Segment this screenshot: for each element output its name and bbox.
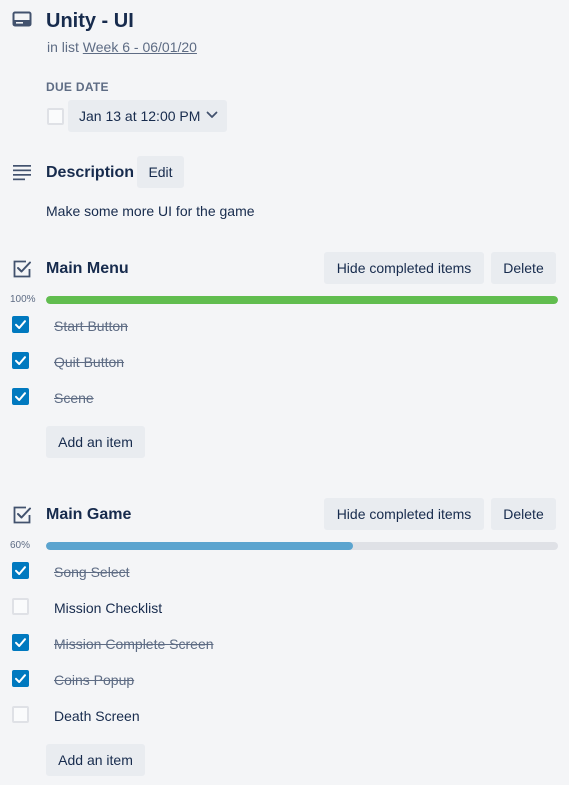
- add-item-button[interactable]: Add an item: [46, 426, 145, 458]
- checklist-title[interactable]: Main Game: [46, 505, 131, 525]
- progress-bar: [46, 296, 558, 304]
- description-title: Description: [46, 164, 135, 181]
- item-checkbox[interactable]: [12, 598, 29, 615]
- progress-percent: 100%: [10, 294, 36, 305]
- item-checkbox[interactable]: [12, 388, 29, 405]
- card-title: Unity - UI: [46, 10, 134, 32]
- list-link[interactable]: Week 6 - 06/01/20: [83, 39, 197, 55]
- item-checkbox[interactable]: [12, 706, 29, 723]
- checklist-icon: [13, 506, 31, 524]
- checklist-title[interactable]: Main Menu: [46, 259, 129, 279]
- check-icon: [15, 638, 26, 647]
- item-checkbox[interactable]: [12, 316, 29, 333]
- checklist-item-label[interactable]: Scene: [54, 389, 94, 407]
- card-list-info: in list Week 6 - 06/01/20: [47, 38, 197, 56]
- due-date-button[interactable]: Jan 13 at 12:00 PM: [68, 100, 227, 132]
- checklist-item-label[interactable]: Mission Checklist: [54, 599, 162, 617]
- delete-checklist-button[interactable]: Delete: [491, 252, 556, 284]
- item-checkbox[interactable]: [12, 670, 29, 687]
- progress-bar-fill: [46, 296, 558, 304]
- progress-percent: 60%: [10, 540, 31, 551]
- due-date-value: Jan 13 at 12:00 PM: [79, 108, 201, 124]
- check-icon: [15, 566, 26, 575]
- item-checkbox[interactable]: [12, 562, 29, 579]
- checklist-item-label[interactable]: Start Button: [54, 317, 128, 335]
- check-icon: [15, 392, 26, 401]
- checklist-item-label[interactable]: Quit Button: [54, 353, 124, 371]
- hide-completed-button[interactable]: Hide completed items: [324, 252, 484, 284]
- chevron-down-icon: [206, 111, 218, 118]
- checklist-item-label[interactable]: Coins Popup: [54, 671, 134, 689]
- progress-bar-fill: [46, 542, 354, 550]
- description-text[interactable]: Make some more UI for the game: [46, 202, 255, 220]
- item-checkbox[interactable]: [12, 352, 29, 369]
- delete-checklist-button[interactable]: Delete: [491, 498, 556, 530]
- add-item-button[interactable]: Add an item: [46, 744, 145, 776]
- checklist-item-label[interactable]: Death Screen: [54, 707, 140, 725]
- checklist-item-label[interactable]: Song Select: [54, 563, 130, 581]
- description-icon: [13, 165, 31, 181]
- edit-description-button[interactable]: Edit: [137, 156, 184, 188]
- check-icon: [15, 356, 26, 365]
- checklist-icon: [13, 260, 31, 278]
- due-date-checkbox[interactable]: [47, 108, 64, 125]
- hide-completed-button[interactable]: Hide completed items: [324, 498, 484, 530]
- due-date-label: DUE DATE: [46, 80, 109, 94]
- card-detail: Unity - UI in list Week 6 - 06/01/20 DUE…: [0, 0, 569, 785]
- item-checkbox[interactable]: [12, 634, 29, 651]
- progress-bar: [46, 542, 558, 550]
- check-icon: [15, 320, 26, 329]
- card-icon: [12, 11, 32, 27]
- in-list-prefix: in list: [47, 39, 79, 55]
- checklist-item-label[interactable]: Mission Complete Screen: [54, 635, 214, 653]
- check-icon: [15, 674, 26, 683]
